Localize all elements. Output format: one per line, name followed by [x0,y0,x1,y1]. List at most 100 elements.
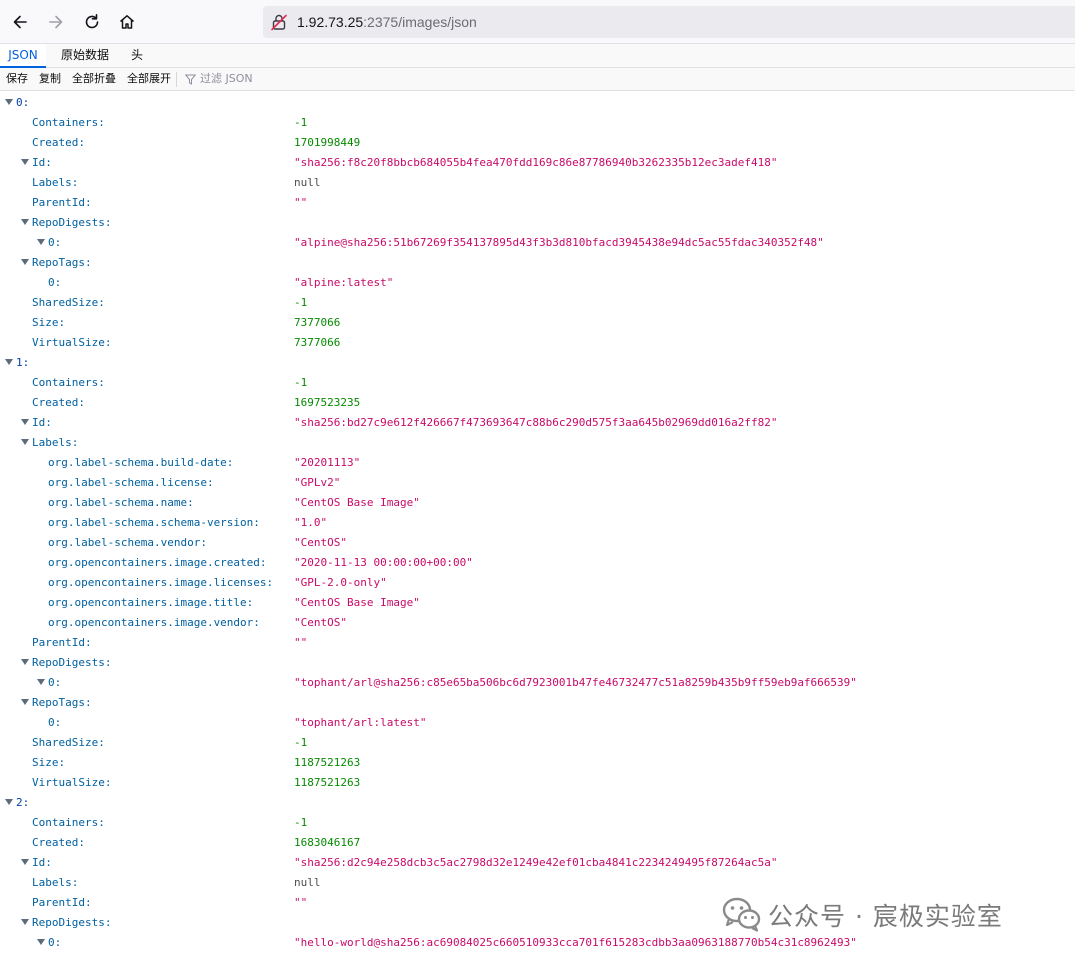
json-row[interactable]: Created: 1701998449 [0,133,1075,153]
json-key: RepoDigests: [32,916,112,929]
copy-button[interactable]: 复制 [39,68,61,91]
expand-toggle-icon[interactable] [5,99,13,105]
expand-toggle-icon[interactable] [21,919,29,925]
expand-toggle-icon[interactable] [21,219,29,225]
tab-raw-data[interactable]: 原始数据 [54,44,116,68]
json-key: Id: [32,156,52,169]
json-value: "CentOS Base Image" [294,596,420,609]
json-row[interactable]: 0: "tophant/arl:latest" [0,713,1075,733]
json-row[interactable]: RepoDigests: [0,213,1075,233]
json-key: Labels: [32,176,79,189]
json-key: Labels: [32,436,79,449]
json-row[interactable]: Labels: null [0,873,1075,893]
collapse-all-button[interactable]: 全部折叠 [72,68,116,91]
json-value: "" [294,196,308,209]
reload-button[interactable] [77,7,107,37]
json-row[interactable]: SharedSize: -1 [0,293,1075,313]
json-row[interactable]: Containers: -1 [0,813,1075,833]
json-row[interactable]: Id: "sha256:d2c94e258dcb3c5ac2798d32e1249… [0,853,1075,873]
json-key: org.label-schema.license: [48,476,214,489]
expand-toggle-icon[interactable] [21,419,29,425]
json-row[interactable]: org.label-schema.license: "GPLv2" [0,473,1075,493]
json-key: 0: [48,676,62,689]
json-value: null [294,876,321,889]
expand-toggle-icon[interactable] [21,699,29,705]
json-row[interactable]: Labels: null [0,173,1075,193]
expand-toggle-icon[interactable] [21,259,29,265]
json-key: Created: [32,136,85,149]
json-row[interactable]: 0: "tophant/arl@sha256:c85e65ba506bc6d792… [0,673,1075,693]
back-button[interactable] [5,7,35,37]
json-row[interactable]: VirtualSize: 7377066 [0,333,1075,353]
json-array-entry[interactable]: 2: [0,793,1075,813]
watermark: 公众号 · 宸极实验室 [722,893,1052,935]
expand-toggle-icon[interactable] [5,359,13,365]
json-key: 1: [16,356,30,369]
json-row[interactable]: 0: "alpine:latest" [0,273,1075,293]
json-row[interactable]: org.label-schema.build-date: "20201113" [0,453,1075,473]
json-row[interactable]: 0: "hello-world@sha256:ac69084025c6605109… [0,933,1075,953]
json-row[interactable]: org.opencontainers.image.licenses: "GPL-2… [0,573,1075,593]
json-key: ParentId: [32,896,92,909]
json-row[interactable]: Labels: [0,433,1075,453]
json-row[interactable]: Containers: -1 [0,113,1075,133]
json-key: org.opencontainers.image.vendor: [48,616,260,629]
json-array-entry[interactable]: 0: [0,93,1075,113]
json-key: Id: [32,416,52,429]
json-value: "sha256:bd27c9e612f426667f473693647c88b6… [294,416,778,429]
json-key: RepoTags: [32,256,92,269]
tab-json[interactable]: JSON [0,44,46,68]
json-row[interactable]: Id: "sha256:f8c20f8bbcb684055b4fea470fdd1… [0,153,1075,173]
json-array-entry[interactable]: 1: [0,353,1075,373]
json-key: VirtualSize: [32,336,112,349]
url-path: :2375/images/json [363,14,477,30]
url-host: 1.92.73.25 [297,14,364,30]
json-row[interactable]: org.label-schema.schema-version: "1.0" [0,513,1075,533]
expand-toggle-icon[interactable] [21,859,29,865]
expand-all-button[interactable]: 全部展开 [127,68,171,91]
json-value: "" [294,636,308,649]
json-value: "sha256:f8c20f8bbcb684055b4fea470fdd169c… [294,156,778,169]
json-key: Created: [32,396,85,409]
expand-toggle-icon[interactable] [21,439,29,445]
json-row[interactable]: org.opencontainers.image.title: "CentOS B… [0,593,1075,613]
json-row[interactable]: ParentId: "" [0,193,1075,213]
json-value: "sha256:d2c94e258dcb3c5ac2798d32e1249e42… [294,856,778,869]
json-row[interactable]: Size: 7377066 [0,313,1075,333]
save-button[interactable]: 保存 [6,68,28,91]
expand-toggle-icon[interactable] [37,939,45,945]
filter-json-input[interactable]: 过滤 JSON [200,68,253,91]
json-row[interactable]: Containers: -1 [0,373,1075,393]
json-row[interactable]: Created: 1683046167 [0,833,1075,853]
json-row[interactable]: org.opencontainers.image.created: "2020-1… [0,553,1075,573]
expand-toggle-icon[interactable] [21,159,29,165]
json-row[interactable]: 0: "alpine@sha256:51b67269f354137895d43f3… [0,233,1075,253]
url-text[interactable]: 1.92.73.25:2375/images/json [297,14,477,30]
json-row[interactable]: org.label-schema.name: "CentOS Base Image… [0,493,1075,513]
json-row[interactable]: Created: 1697523235 [0,393,1075,413]
expand-toggle-icon[interactable] [5,799,13,805]
expand-toggle-icon[interactable] [37,239,45,245]
insecure-lock-icon[interactable] [270,13,288,31]
json-row[interactable]: RepoDigests: [0,653,1075,673]
json-row[interactable]: Id: "sha256:bd27c9e612f426667f473693647c8… [0,413,1075,433]
home-button[interactable] [112,7,142,37]
json-row[interactable]: SharedSize: -1 [0,733,1075,753]
json-row[interactable]: ParentId: "" [0,633,1075,653]
filter-icon [185,74,196,85]
json-row[interactable]: RepoTags: [0,693,1075,713]
json-row[interactable]: RepoTags: [0,253,1075,273]
json-row[interactable]: Size: 1187521263 [0,753,1075,773]
json-value: "20201113" [294,456,361,469]
json-row[interactable]: VirtualSize: 1187521263 [0,773,1075,793]
tab-headers[interactable]: 头 [124,44,150,68]
reload-icon [85,14,99,29]
forward-button[interactable] [41,7,71,37]
json-row[interactable]: org.label-schema.vendor: "CentOS" [0,533,1075,553]
expand-toggle-icon[interactable] [37,679,45,685]
json-row[interactable]: org.opencontainers.image.vendor: "CentOS" [0,613,1075,633]
json-key: org.opencontainers.image.title: [48,596,254,609]
url-bar[interactable]: 1.92.73.25:2375/images/json [263,6,1075,38]
json-key: 0: [16,96,30,109]
expand-toggle-icon[interactable] [21,659,29,665]
